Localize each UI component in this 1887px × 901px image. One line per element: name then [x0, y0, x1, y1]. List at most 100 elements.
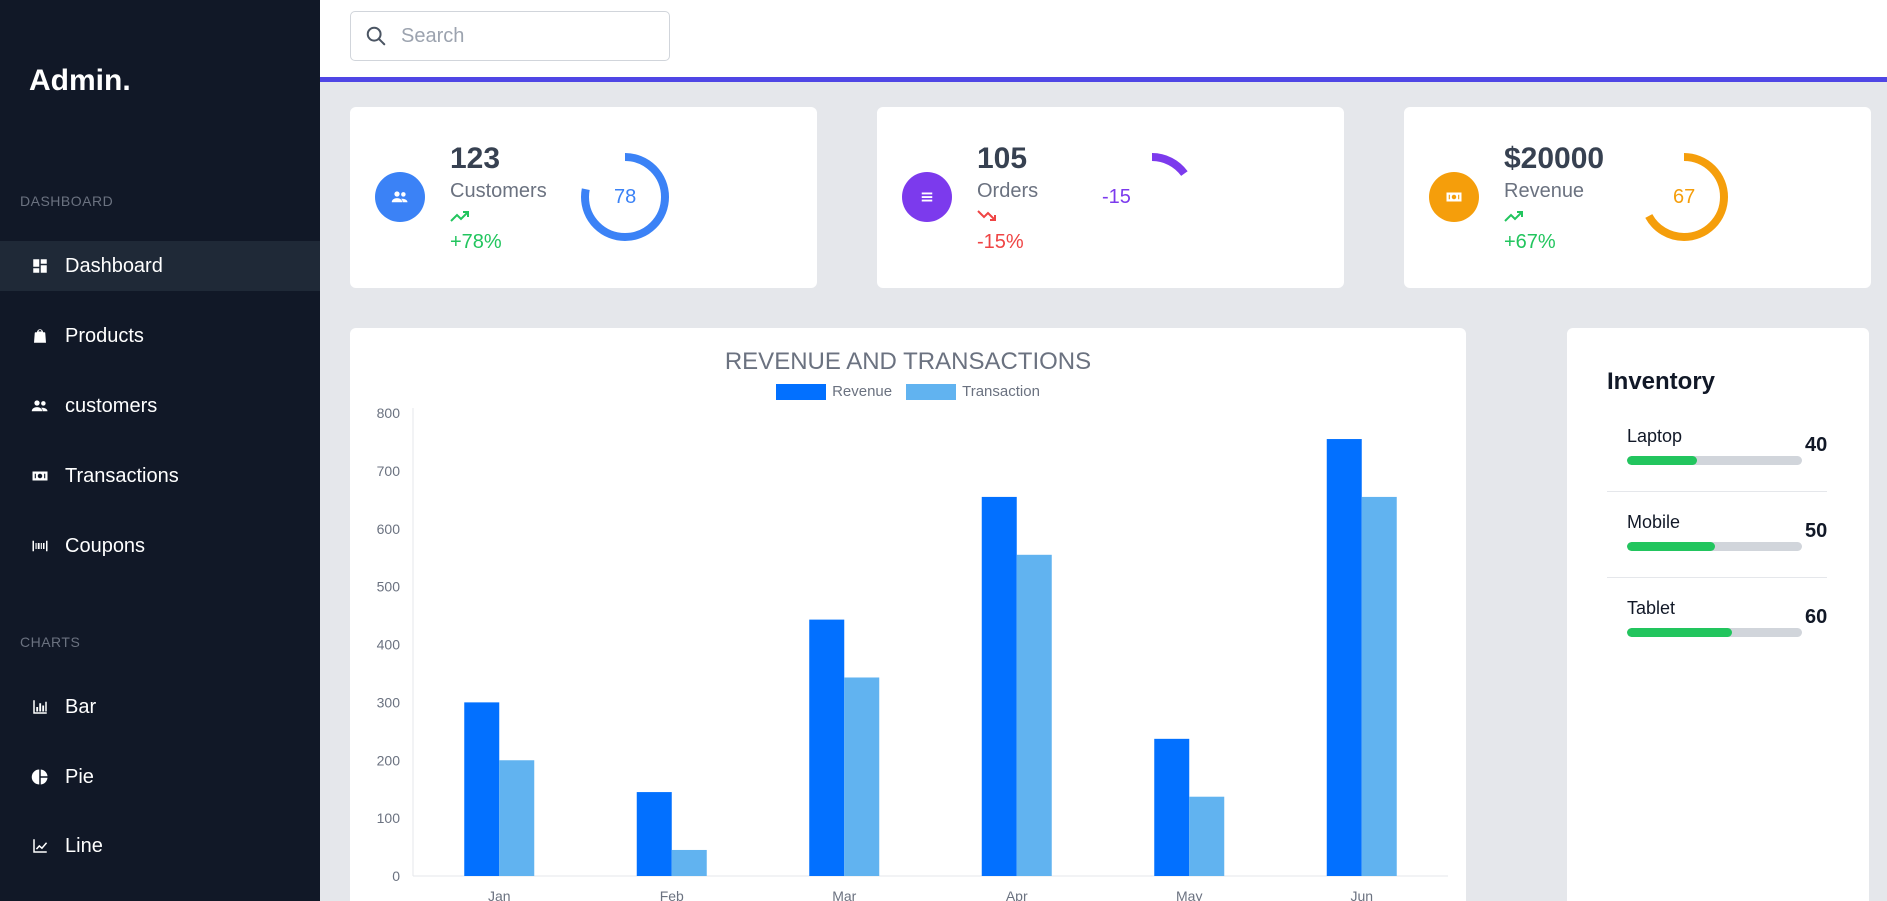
stat-percent: +67% — [1504, 231, 1556, 253]
inventory-item-count: 60 — [1805, 606, 1828, 628]
sidebar-item-label: customers — [65, 394, 158, 417]
inventory-card: Inventory Laptop 40 Mobile 50 Tablet 60 — [1567, 328, 1869, 901]
revenue-transactions-chart-card: 0 100 200 300 400 500 600 700 800 Jan Feb Mar Apr May… — [350, 328, 1466, 901]
bar-chart-icon — [30, 697, 50, 717]
stat-percent: +78% — [450, 231, 502, 253]
inventory-progress-fill — [1627, 542, 1715, 551]
search-input[interactable] — [401, 24, 641, 48]
legend-label: Revenue — [832, 383, 893, 400]
gauge-value: 67 — [1673, 186, 1696, 208]
gauge-value: -15 — [1102, 186, 1131, 208]
x-tick-label: Apr — [1006, 888, 1028, 901]
barcode-icon — [30, 536, 50, 556]
shopping-bag-icon — [30, 326, 50, 346]
dashboard-icon — [30, 256, 50, 276]
bar-transaction-may — [1189, 796, 1225, 876]
inventory-title: Inventory — [1607, 368, 1716, 395]
bar-chart: 0 100 200 300 400 500 600 700 800 Jan Feb Mar Apr May… — [377, 405, 1448, 901]
sidebar-item-customers[interactable]: customers — [0, 381, 320, 431]
y-tick-label: 100 — [377, 810, 401, 826]
sidebar-item-pie[interactable]: Pie — [0, 752, 320, 802]
y-tick-label: 300 — [377, 694, 401, 710]
search-box[interactable] — [350, 11, 670, 61]
gauge-value: 78 — [614, 186, 637, 208]
top-header — [320, 0, 1887, 82]
bar-transaction-mar — [844, 677, 880, 876]
trending-up-icon — [1504, 211, 1523, 222]
section-label-dashboard: DASHBOARD — [20, 193, 114, 209]
sidebar-item-transactions[interactable]: Transactions — [0, 451, 320, 501]
x-tick-label: Mar — [832, 888, 856, 901]
sidebar-item-label: Coupons — [65, 534, 146, 557]
legend-swatch — [906, 383, 957, 400]
inventory-progress-bar — [1627, 456, 1802, 465]
list-icon — [902, 172, 952, 222]
y-tick-label: 700 — [377, 463, 401, 479]
sidebar-item-label: Dashboard — [65, 254, 163, 277]
inventory-progress-bar — [1627, 542, 1802, 551]
inventory-item-mobile: Mobile 50 — [1607, 492, 1827, 578]
stat-card-orders: 105 Orders -15% -15 — [877, 107, 1344, 288]
bar-transaction-jun — [1361, 496, 1397, 876]
bar-transaction-jan — [499, 760, 535, 876]
stat-value: $20000 — [1504, 142, 1605, 175]
sidebar-item-dashboard[interactable]: Dashboard — [0, 241, 320, 291]
stat-label: Orders — [977, 180, 1039, 202]
pie-chart-icon — [30, 767, 50, 787]
y-tick-label: 200 — [377, 752, 401, 768]
stat-value: 123 — [450, 142, 501, 175]
y-tick-label: 400 — [377, 637, 401, 653]
y-tick-label: 600 — [377, 521, 401, 537]
stat-value: 105 — [977, 142, 1028, 175]
stat-label: Customers — [450, 180, 547, 202]
section-label-charts: CHARTS — [20, 634, 81, 650]
search-icon — [366, 26, 386, 46]
sidebar-item-label: Line — [65, 834, 103, 857]
x-tick-label: Jun — [1350, 888, 1373, 901]
inventory-progress-fill — [1627, 628, 1732, 637]
bar-transaction-apr — [1016, 554, 1052, 876]
sidebar-item-label: Transactions — [65, 464, 179, 487]
bar-revenue-apr — [981, 496, 1017, 876]
inventory-progress-fill — [1627, 456, 1697, 465]
bar-revenue-jan — [464, 702, 500, 876]
legend-label: Transaction — [962, 383, 1040, 400]
chart-legend: Revenue Transaction — [350, 383, 1466, 400]
chart-title: REVENUE AND TRANSACTIONS — [724, 348, 1092, 375]
legend-swatch — [776, 383, 827, 400]
bar-revenue-jun — [1326, 439, 1362, 876]
sidebar-item-label: Pie — [65, 765, 94, 788]
inventory-item-name: Tablet — [1627, 598, 1676, 618]
y-tick-label: 500 — [377, 579, 401, 595]
people-icon — [375, 172, 425, 222]
x-tick-label: Jan — [488, 888, 511, 901]
trending-up-icon — [450, 211, 469, 222]
sidebar-item-line[interactable]: Line — [0, 821, 320, 871]
line-chart-icon — [30, 836, 50, 856]
sidebar-item-coupons[interactable]: Coupons — [0, 521, 320, 571]
inventory-item-count: 40 — [1805, 434, 1828, 456]
inventory-item-name: Laptop — [1627, 426, 1683, 446]
stat-card-customers: 123 Customers +78% 78 — [350, 107, 817, 288]
y-tick-label: 800 — [377, 405, 401, 421]
sidebar-item-products[interactable]: Products — [0, 311, 320, 361]
x-tick-label: May — [1176, 888, 1202, 901]
y-tick-label: 0 — [392, 868, 400, 884]
sidebar: Admin. DASHBOARD Dashboard Products cust… — [0, 0, 320, 901]
bar-transaction-feb — [671, 849, 707, 876]
legend-item-transaction[interactable]: Transaction — [906, 383, 1040, 400]
sidebar-item-label: Bar — [65, 695, 97, 718]
inventory-item-laptop: Laptop 40 — [1607, 406, 1827, 492]
bar-revenue-mar — [809, 619, 845, 876]
inventory-progress-bar — [1627, 628, 1802, 637]
x-tick-label: Feb — [660, 888, 684, 901]
stat-label: Revenue — [1504, 180, 1585, 202]
legend-item-revenue[interactable]: Revenue — [776, 383, 892, 400]
cash-icon — [1429, 172, 1479, 222]
sidebar-item-bar[interactable]: Bar — [0, 682, 320, 732]
inventory-item-name: Mobile — [1627, 512, 1681, 532]
trending-down-icon — [977, 210, 996, 221]
stat-card-revenue: $20000 Revenue +67% 67 — [1404, 107, 1871, 288]
cash-icon — [30, 466, 50, 486]
people-icon — [30, 396, 50, 416]
